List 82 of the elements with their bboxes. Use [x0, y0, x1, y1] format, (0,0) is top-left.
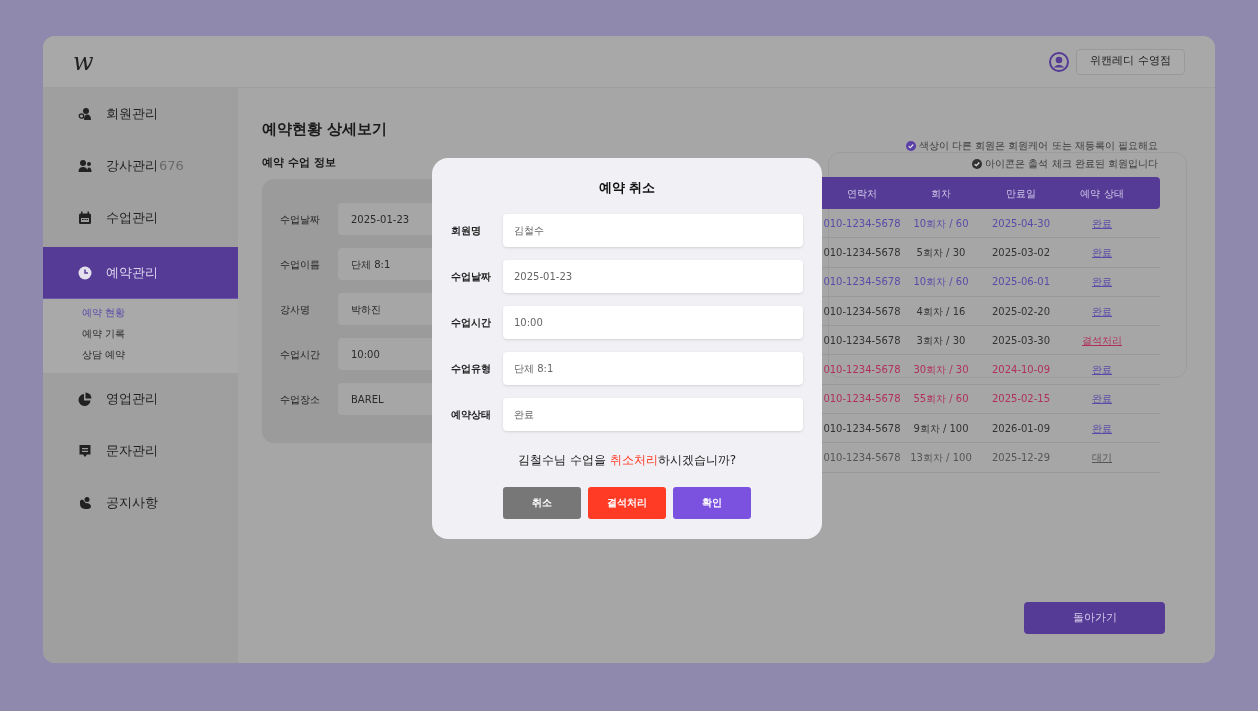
- input-field[interactable]: 2025-01-23: [503, 259, 803, 293]
- table-cell-text: 010-1234-5678: [822, 216, 902, 231]
- sidebar-label: 강사관리: [106, 157, 158, 176]
- field-label: 수업시간: [451, 315, 492, 330]
- sidebar-item[interactable]: 회원관리: [43, 88, 238, 140]
- field-label: 수업시간: [280, 347, 321, 362]
- submenu-item[interactable]: 상담 예약: [82, 347, 238, 363]
- field-label: 수업날짜: [451, 269, 492, 284]
- table-cell-text: 9회차 / 100: [912, 421, 970, 436]
- table-cell-text: 2024-10-09: [990, 363, 1052, 378]
- dialog-title: 예약 취소: [598, 179, 656, 197]
- sidebar-label: 문자관리: [106, 442, 158, 461]
- table-cell-text: 4회차 / 16: [915, 304, 967, 319]
- field-label: 수업날짜: [280, 212, 321, 227]
- legend-text: 색상이 다른 회원은 회원케어 또는 재등록이 필요해요: [918, 139, 1158, 153]
- sidebar-label: 공지사항: [106, 494, 158, 513]
- sidebar-item[interactable]: 문자관리: [43, 425, 238, 477]
- column-header: 만료일: [1005, 186, 1037, 201]
- page-title: 예약현황 상세보기: [262, 119, 388, 140]
- table-cell-text: 10회차 / 60: [912, 275, 970, 290]
- table-cell-text: 30회차 / 30: [912, 363, 970, 378]
- sidebar-item[interactable]: 공지사항: [43, 477, 238, 529]
- table-cell-text: 010-1234-5678: [822, 451, 902, 465]
- column-header: 회차: [930, 186, 952, 201]
- input-field[interactable]: 단체 8:1: [503, 351, 803, 385]
- sidebar-label: 회원관리: [106, 105, 158, 124]
- input-field[interactable]: 김철수: [503, 213, 803, 247]
- pie-chart-icon: [78, 392, 92, 406]
- table-cell-text: 2025-12-29: [990, 451, 1052, 465]
- clock-icon: [78, 265, 92, 280]
- submenu-item[interactable]: 예약 기록: [82, 326, 238, 342]
- cancel-button[interactable]: 취소: [503, 486, 581, 519]
- members-icon: [78, 107, 92, 121]
- confirm-button[interactable]: 확인: [673, 486, 751, 519]
- sidebar-item[interactable]: 예약관리: [43, 247, 238, 299]
- sidebar-item[interactable]: 수업관리: [43, 192, 238, 244]
- field-label: 예약상태: [451, 407, 492, 422]
- table-cell-text: 2025-02-15: [990, 392, 1052, 407]
- table-cell-text: 55회차 / 60: [912, 392, 970, 407]
- logo[interactable]: w: [73, 49, 94, 74]
- table-cell-text: 010-1234-5678: [822, 304, 902, 319]
- branch-button[interactable]: 위캔레디 수영점: [1076, 48, 1185, 75]
- table-cell-text: 010-1234-5678: [822, 245, 902, 260]
- field-label: 수업이름: [280, 257, 321, 272]
- submenu-item[interactable]: 예약 현황: [82, 305, 238, 321]
- table-cell-text: 010-1234-5678: [822, 421, 902, 436]
- users-icon: [78, 159, 92, 173]
- sidebar-item[interactable]: 영업관리: [43, 373, 238, 425]
- user-avatar-icon[interactable]: [1049, 51, 1069, 72]
- sidebar-label: 예약관리: [106, 263, 158, 282]
- confirm-message: 김철수님 수업을 취소처리하시겠습니까?: [518, 451, 736, 469]
- calendar-icon: [78, 211, 92, 225]
- input-field[interactable]: 완료: [503, 397, 803, 431]
- field-label: 수업유형: [451, 361, 492, 376]
- sidebar-label: 수업관리: [106, 209, 158, 228]
- back-button[interactable]: 돌아가기: [1024, 602, 1165, 634]
- table-cell-text: 13회차 / 100: [909, 451, 973, 465]
- table-cell-text: 2026-01-09: [990, 421, 1052, 436]
- field-label: 강사명: [280, 302, 311, 317]
- table-cell-text: 10회차 / 60: [912, 216, 970, 231]
- table-cell-text: 2025-03-30: [990, 333, 1052, 348]
- legend-text: 아이콘은 출석 체크 완료된 회원입니다: [985, 157, 1158, 171]
- input-field[interactable]: 10:00: [503, 305, 803, 339]
- table-cell-text: 5회차 / 30: [915, 245, 967, 260]
- section-title: 예약 수업 정보: [262, 154, 336, 171]
- table-cell-text: 010-1234-5678: [822, 392, 902, 407]
- field-label: 회원명: [451, 223, 482, 238]
- column-header: 연락처: [846, 186, 878, 201]
- table-cell-text: 3회차 / 30: [915, 333, 967, 348]
- field-label: 수업장소: [280, 392, 321, 407]
- absent-button[interactable]: 결석처리: [588, 486, 666, 519]
- sidebar-label: 영업관리: [106, 390, 158, 409]
- message-icon: [78, 444, 92, 458]
- table-cell-text: 2025-06-01: [990, 275, 1052, 290]
- table-cell-text: 2025-04-30: [990, 216, 1052, 231]
- status-link[interactable]: 대기: [1092, 450, 1112, 465]
- table-cell-text: 2025-02-20: [990, 304, 1052, 319]
- table-cell-text: 010-1234-5678: [822, 333, 902, 348]
- table-cell-text: 010-1234-5678: [822, 363, 902, 378]
- table-cell-text: 2025-03-02: [990, 245, 1052, 260]
- column-header: 예약 상태: [1079, 186, 1125, 201]
- table-cell-text: 010-1234-5678: [822, 275, 902, 290]
